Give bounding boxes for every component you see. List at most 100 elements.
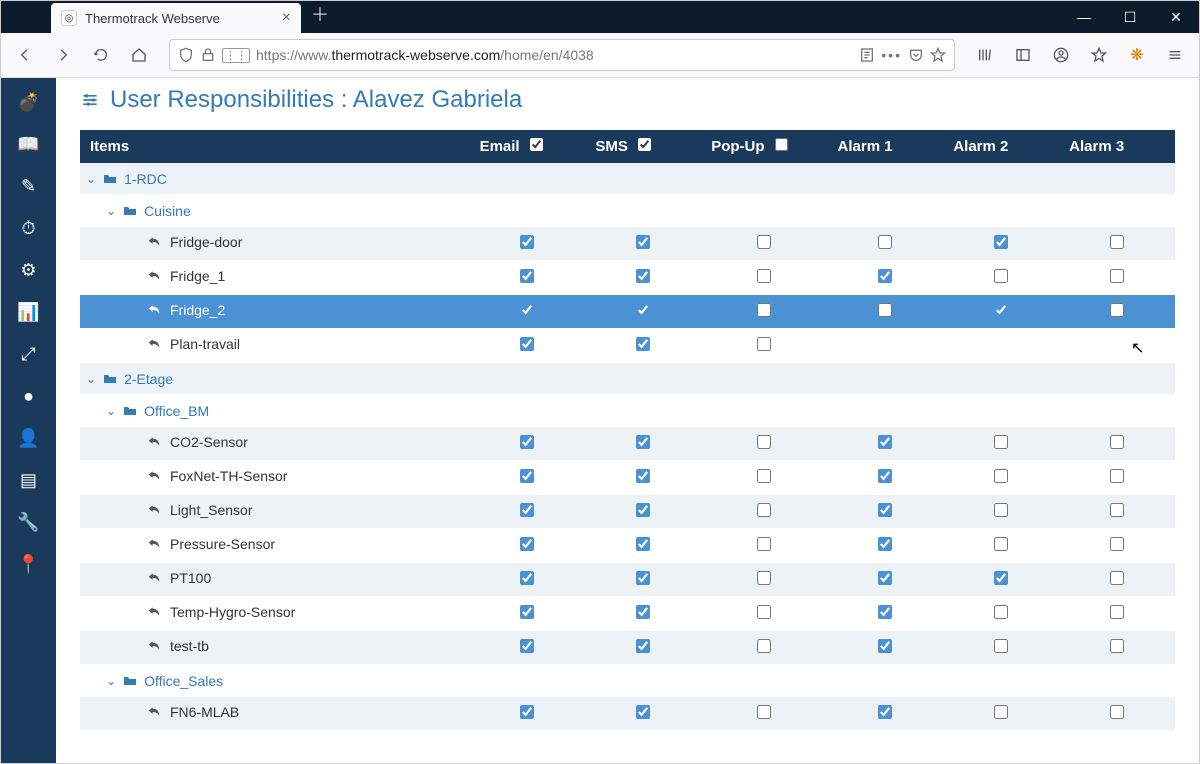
table-row[interactable]: Fridge-door <box>80 227 1175 261</box>
email-checkbox[interactable] <box>520 503 534 517</box>
tree-folder-row[interactable]: ⌄Office_Sales <box>80 665 1175 697</box>
tree-folder-row[interactable]: ⌄Cuisine <box>80 195 1175 227</box>
a1-checkbox[interactable] <box>878 537 892 551</box>
sms-checkbox[interactable] <box>636 605 650 619</box>
table-row[interactable]: CO2-Sensor <box>80 427 1175 461</box>
email-checkbox[interactable] <box>520 303 534 317</box>
sms-checkbox[interactable] <box>636 705 650 719</box>
tree-toggle[interactable]: ⌄2-Etage <box>86 371 173 387</box>
popup-checkbox[interactable] <box>757 435 771 449</box>
circle-icon[interactable]: ● <box>9 380 49 412</box>
chart-icon[interactable]: 📊 <box>9 296 49 328</box>
a1-checkbox[interactable] <box>878 435 892 449</box>
popup-checkbox[interactable] <box>757 705 771 719</box>
a1-checkbox[interactable] <box>878 605 892 619</box>
sms-checkbox[interactable] <box>636 503 650 517</box>
tree-folder-row[interactable]: ⌄1-RDC <box>80 163 1175 195</box>
a1-checkbox[interactable] <box>878 469 892 483</box>
tree-folder-row[interactable]: ⌄Office_BM <box>80 395 1175 427</box>
a3-checkbox[interactable] <box>1110 639 1124 653</box>
email-checkbox[interactable] <box>520 537 534 551</box>
url-bar[interactable]: ⋮⋮ https://www.thermotrack-webserve.com/… <box>169 39 955 71</box>
sms-checkbox[interactable] <box>636 435 650 449</box>
a3-checkbox[interactable] <box>1110 605 1124 619</box>
a1-checkbox[interactable] <box>878 235 892 249</box>
a2-checkbox[interactable] <box>994 639 1008 653</box>
a1-checkbox[interactable] <box>878 571 892 585</box>
sms-checkbox[interactable] <box>636 639 650 653</box>
popup-checkbox[interactable] <box>757 269 771 283</box>
a2-checkbox[interactable] <box>994 571 1008 585</box>
a3-checkbox[interactable] <box>1110 435 1124 449</box>
new-tab-button[interactable]: ＋ <box>301 0 339 33</box>
pin-icon[interactable]: 📍 <box>9 548 49 580</box>
home-button[interactable] <box>123 39 155 71</box>
page-actions-icon[interactable]: ••• <box>881 47 902 63</box>
email-checkbox[interactable] <box>520 235 534 249</box>
a3-checkbox[interactable] <box>1110 235 1124 249</box>
table-row[interactable]: Fridge_1 <box>80 261 1175 295</box>
sms-checkbox[interactable] <box>636 337 650 351</box>
library-button[interactable] <box>969 39 1001 71</box>
header-sms[interactable]: SMS <box>585 130 701 163</box>
popup-checkbox[interactable] <box>757 337 771 351</box>
tree-folder-row[interactable]: ⌄2-Etage <box>80 363 1175 395</box>
a3-checkbox[interactable] <box>1110 537 1124 551</box>
a3-checkbox[interactable] <box>1110 503 1124 517</box>
popup-checkbox[interactable] <box>757 503 771 517</box>
table-row[interactable]: test-tb <box>80 631 1175 665</box>
tracking-shield-icon[interactable] <box>178 47 194 63</box>
edit-icon[interactable]: ✎ <box>9 170 49 202</box>
tree-toggle[interactable]: ⌄Office_BM <box>106 403 209 419</box>
a2-checkbox[interactable] <box>994 469 1008 483</box>
app-menu-button[interactable] <box>1159 39 1191 71</box>
header-email[interactable]: Email <box>470 130 586 163</box>
header-popup[interactable]: Pop-Up <box>701 130 827 163</box>
book-icon[interactable]: 📖 <box>9 128 49 160</box>
popup-checkbox[interactable] <box>757 571 771 585</box>
tree-toggle[interactable]: ⌄1-RDC <box>86 171 167 187</box>
back-button[interactable] <box>9 39 41 71</box>
window-maximize-button[interactable]: ☐ <box>1107 1 1153 33</box>
table-row[interactable]: FN6-MLAB <box>80 697 1175 731</box>
popup-checkbox[interactable] <box>757 537 771 551</box>
account-button[interactable] <box>1045 39 1077 71</box>
sidebar-button[interactable] <box>1007 39 1039 71</box>
a1-checkbox[interactable] <box>878 639 892 653</box>
a1-checkbox[interactable] <box>878 269 892 283</box>
window-close-button[interactable]: ✕ <box>1153 1 1199 33</box>
popup-checkbox[interactable] <box>757 235 771 249</box>
browser-tab[interactable]: ◎ Thermotrack Webserve × <box>51 3 301 33</box>
a3-checkbox[interactable] <box>1110 705 1124 719</box>
a2-checkbox[interactable] <box>994 605 1008 619</box>
popup-checkbox[interactable] <box>757 303 771 317</box>
a2-checkbox[interactable] <box>994 537 1008 551</box>
email-checkbox[interactable] <box>520 269 534 283</box>
reader-mode-icon[interactable] <box>859 47 875 63</box>
sms-checkbox[interactable] <box>636 469 650 483</box>
sms-checkbox[interactable] <box>636 537 650 551</box>
popup-checkbox[interactable] <box>757 605 771 619</box>
table-row[interactable]: Fridge_2 <box>80 295 1175 329</box>
a3-checkbox[interactable] <box>1110 469 1124 483</box>
user-icon[interactable]: 👤 <box>9 422 49 454</box>
popup-checkbox[interactable] <box>757 469 771 483</box>
sms-checkbox[interactable] <box>636 303 650 317</box>
bookmark-star-icon[interactable] <box>930 47 946 63</box>
sms-checkbox[interactable] <box>636 235 650 249</box>
a2-checkbox[interactable] <box>994 705 1008 719</box>
gauge-icon[interactable]: ⏱ <box>9 212 49 244</box>
bomb-icon[interactable]: 💣 <box>9 86 49 118</box>
a2-checkbox[interactable] <box>994 235 1008 249</box>
email-checkbox[interactable] <box>520 639 534 653</box>
table-row[interactable]: Temp-Hygro-Sensor <box>80 597 1175 631</box>
window-minimize-button[interactable]: — <box>1061 1 1107 33</box>
table-row[interactable]: Plan-travail <box>80 329 1175 363</box>
a2-checkbox[interactable] <box>994 303 1008 317</box>
a3-checkbox[interactable] <box>1110 269 1124 283</box>
newspaper-icon[interactable]: ▤ <box>9 464 49 496</box>
forward-button[interactable] <box>47 39 79 71</box>
header-email-checkbox[interactable] <box>530 138 543 151</box>
header-popup-checkbox[interactable] <box>775 138 788 151</box>
header-sms-checkbox[interactable] <box>638 138 651 151</box>
